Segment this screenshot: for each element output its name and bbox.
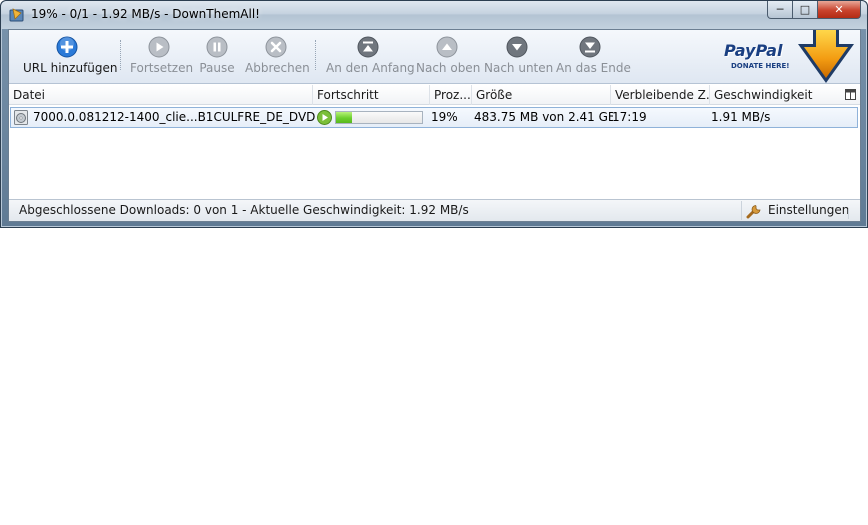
downloads-list[interactable]: Datei Fortschritt Proz... Größe Verbleib… — [9, 85, 860, 199]
downloading-status-icon — [317, 110, 332, 125]
row-file-name: 7000.0.081212-1400_clie...B1CULFRE_DE_DV… — [33, 110, 315, 124]
resume-button[interactable]: Fortsetzen — [130, 36, 193, 80]
move-top-button[interactable]: An den Anfang — [326, 36, 415, 80]
cancel-icon — [265, 36, 287, 58]
resize-grip[interactable] — [848, 209, 858, 219]
column-header-remaining[interactable]: Verbleibende Z... — [611, 85, 710, 105]
column-header-speed[interactable]: Geschwindigkeit — [710, 85, 842, 105]
toolbar-separator — [315, 40, 317, 70]
toolbar-separator — [120, 40, 122, 70]
close-icon: ✕ — [834, 3, 844, 16]
move-bottom-label: An das Ende — [556, 61, 631, 75]
minimize-icon: ─ — [776, 3, 784, 16]
table-row[interactable]: 7000.0.081212-1400_clie...B1CULFRE_DE_DV… — [10, 107, 858, 128]
add-url-label: URL hinzufügen — [23, 61, 118, 75]
column-picker-icon[interactable] — [845, 89, 856, 100]
row-percent: 19% — [431, 110, 458, 124]
settings-label: Einstellungen — [768, 203, 850, 217]
paypal-donate-button[interactable]: PayPal DONATE HERE! — [724, 30, 858, 84]
move-bottom-button[interactable]: An das Ende — [556, 36, 631, 80]
app-window: 19% - 0/1 - 1.92 MB/s - DownThemAll! ─ □… — [0, 0, 868, 228]
cancel-label: Abbrechen — [245, 61, 310, 75]
move-top-label: An den Anfang — [326, 61, 415, 75]
close-button[interactable]: ✕ — [818, 1, 861, 19]
toolbar: URL hinzufügen Fortsetzen Pause Abbreche… — [9, 30, 860, 84]
maximize-icon: □ — [799, 3, 811, 16]
paypal-tagline: DONATE HERE! — [731, 62, 790, 70]
settings-button[interactable]: Einstellungen — [741, 201, 849, 220]
status-bar: Abgeschlossene Downloads: 0 von 1 - Aktu… — [9, 199, 860, 221]
downthemall-app-icon — [9, 8, 24, 22]
move-top-icon — [357, 36, 379, 58]
window-controls: ─ □ ✕ — [767, 1, 861, 20]
resume-label: Fortsetzen — [130, 61, 194, 75]
add-url-button[interactable]: URL hinzufügen — [23, 36, 118, 80]
column-header-size[interactable]: Größe — [472, 85, 611, 105]
wrench-icon — [746, 205, 761, 219]
move-bottom-icon — [579, 36, 601, 58]
play-icon — [148, 36, 170, 58]
window-title: 19% - 0/1 - 1.92 MB/s - DownThemAll! — [31, 7, 260, 21]
window-client-area: URL hinzufügen Fortsetzen Pause Abbreche… — [8, 29, 861, 222]
column-header-percent[interactable]: Proz... — [430, 85, 472, 105]
title-bar[interactable]: 19% - 0/1 - 1.92 MB/s - DownThemAll! ─ □… — [1, 1, 867, 29]
list-header: Datei Fortschritt Proz... Größe Verbleib… — [9, 85, 860, 105]
move-up-icon — [436, 36, 458, 58]
row-size: 483.75 MB von 2.41 GB — [474, 110, 613, 124]
status-text: Abgeschlossene Downloads: 0 von 1 - Aktu… — [19, 203, 469, 217]
column-header-progress[interactable]: Fortschritt — [313, 85, 430, 105]
pause-icon — [206, 36, 228, 58]
move-down-button[interactable]: Nach unten — [484, 36, 554, 80]
paypal-logo: PayPal — [724, 41, 783, 60]
row-speed: 1.91 MB/s — [711, 110, 771, 124]
row-progress-fill — [336, 112, 353, 123]
move-down-icon — [506, 36, 528, 58]
pause-label: Pause — [199, 61, 235, 75]
pause-button[interactable]: Pause — [197, 36, 237, 80]
plus-circle-icon — [56, 36, 78, 58]
cancel-button[interactable]: Abbrechen — [245, 36, 310, 80]
row-progress-bar — [335, 111, 423, 124]
row-remaining-time: 17:19 — [612, 110, 647, 124]
maximize-button[interactable]: □ — [793, 1, 818, 19]
move-up-label: Nach oben — [416, 61, 481, 75]
iso-file-icon — [14, 110, 28, 125]
column-header-file[interactable]: Datei — [9, 85, 313, 105]
minimize-button[interactable]: ─ — [767, 1, 793, 19]
move-down-label: Nach unten — [484, 61, 554, 75]
move-up-button[interactable]: Nach oben — [416, 36, 481, 80]
